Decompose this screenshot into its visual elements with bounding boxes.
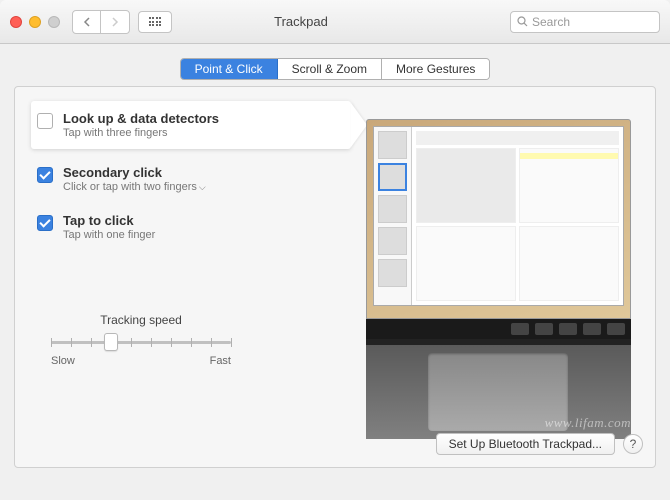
option-subtitle[interactable]: Click or tap with two fingers⌵ xyxy=(63,181,206,193)
preview-area xyxy=(351,101,645,457)
content: Point & Click Scroll & Zoom More Gesture… xyxy=(0,44,670,468)
option-label: Tap to click xyxy=(63,213,155,228)
option-lookup[interactable]: Look up & data detectors Tap with three … xyxy=(31,101,351,149)
tab-bar: Point & Click Scroll & Zoom More Gesture… xyxy=(14,58,656,80)
option-subtitle: Tap with three fingers xyxy=(63,127,219,139)
window-title: Trackpad xyxy=(92,14,510,29)
checkbox-lookup[interactable] xyxy=(37,113,53,129)
close-icon[interactable] xyxy=(10,16,22,28)
tracking-speed: Tracking speed Slow Fast xyxy=(31,313,251,367)
search-icon xyxy=(517,16,528,27)
maximize-icon xyxy=(48,16,60,28)
checkbox-secondary[interactable] xyxy=(37,167,53,183)
trackpad-preview xyxy=(366,119,631,439)
option-label: Look up & data detectors xyxy=(63,111,219,126)
option-subtitle: Tap with one finger xyxy=(63,229,155,241)
footer: Set Up Bluetooth Trackpad... ? xyxy=(436,433,643,455)
search-placeholder: Search xyxy=(532,15,570,29)
setup-bluetooth-button[interactable]: Set Up Bluetooth Trackpad... xyxy=(436,433,615,455)
trackpad-icon xyxy=(428,353,568,431)
tab-point-click[interactable]: Point & Click xyxy=(181,59,278,79)
help-button[interactable]: ? xyxy=(623,434,643,454)
titlebar: Trackpad Search xyxy=(0,0,670,44)
settings-pane: Look up & data detectors Tap with three … xyxy=(14,86,656,468)
option-label: Secondary click xyxy=(63,165,206,180)
tracking-label: Tracking speed xyxy=(31,313,251,327)
search-input[interactable]: Search xyxy=(510,11,660,33)
slider-min: Slow xyxy=(51,355,75,367)
tab-scroll-zoom[interactable]: Scroll & Zoom xyxy=(278,59,382,79)
options-list: Look up & data detectors Tap with three … xyxy=(31,101,351,457)
option-secondary-click[interactable]: Secondary click Click or tap with two fi… xyxy=(31,155,351,203)
checkbox-tap[interactable] xyxy=(37,215,53,231)
slider-max: Fast xyxy=(210,355,231,367)
window-controls xyxy=(10,16,60,28)
chevron-down-icon: ⌵ xyxy=(199,182,206,192)
tab-more-gestures[interactable]: More Gestures xyxy=(382,59,489,79)
option-tap-to-click[interactable]: Tap to click Tap with one finger xyxy=(31,203,351,251)
minimize-icon[interactable] xyxy=(29,16,41,28)
slider-thumb[interactable] xyxy=(104,333,118,351)
tracking-slider[interactable] xyxy=(51,333,231,351)
